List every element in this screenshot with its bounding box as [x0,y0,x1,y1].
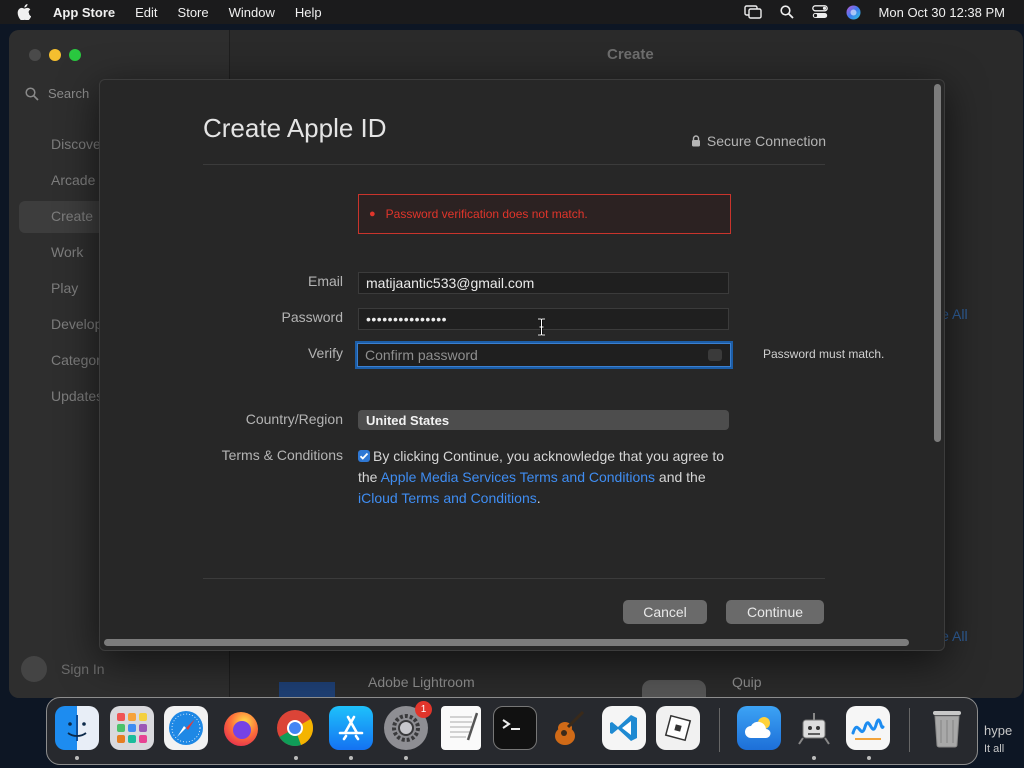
divider [203,578,825,579]
dock-separator [719,708,720,752]
menu-window[interactable]: Window [229,5,275,20]
notification-badge: 1 [415,701,432,718]
app-store-icon[interactable] [329,706,373,750]
siri-icon[interactable] [846,5,861,20]
country-value: United States [366,412,450,428]
checkmark-icon [359,452,369,460]
dock: 1 [46,697,978,765]
verify-label: Verify [307,345,343,361]
textedit-icon[interactable] [441,706,481,750]
dock-running-indicator [867,756,871,760]
divider [203,164,825,165]
dock-running-indicator [812,756,816,760]
app-name-lightroom[interactable]: Adobe Lightroom [368,674,475,690]
freeform-icon[interactable] [846,706,890,750]
control-center-icon[interactable] [811,5,828,19]
terms-checkbox[interactable] [358,450,370,462]
apple-menu-icon[interactable] [17,4,37,20]
vertical-scrollbar[interactable] [934,84,941,442]
menu-store[interactable]: Store [178,5,209,20]
window-minimize-button[interactable] [49,49,61,61]
safari-icon[interactable] [164,706,208,750]
sidebar-search[interactable]: Search [25,86,89,101]
sidebar-item-updates[interactable]: Updates [51,388,103,404]
verify-placeholder: Confirm password [365,347,478,363]
automator-icon[interactable] [792,706,836,750]
desktop-text-line: It all [984,743,1005,755]
menu-app-name[interactable]: App Store [53,5,115,20]
keychain-key-icon[interactable] [708,349,722,361]
desktop-text: hype It all [984,722,1012,758]
sidebar-item-develop[interactable]: Develop [51,316,102,332]
terms-text: and the [655,469,706,485]
garageband-icon[interactable] [547,706,591,750]
menu-edit[interactable]: Edit [135,5,157,20]
dock-running-indicator [349,756,353,760]
menu-clock[interactable]: Mon Oct 30 12:38 PM [879,5,1005,20]
sidebar-item-discover[interactable]: Discover [51,136,105,152]
firefox-icon[interactable] [219,706,263,750]
password-label: Password [281,309,343,325]
dock-running-indicator [404,756,408,760]
verify-hint: Password must match. [763,347,885,361]
desktop-text-line: hype [984,723,1013,738]
menu-help[interactable]: Help [295,5,322,20]
search-icon [25,86,39,101]
app-name-quip[interactable]: Quip [732,674,762,690]
email-field[interactable]: matijaantic533@gmail.com [358,272,729,294]
app-thumbnail [642,680,706,698]
text-cursor-icon [538,318,545,336]
sign-in-label: Sign In [61,661,105,677]
error-message-box: ● Password verification does not match. [358,194,731,234]
password-value: ••••••••••••••• [366,311,448,327]
sidebar-item-arcade[interactable]: Arcade [51,172,95,188]
country-select[interactable]: United States [358,410,729,430]
sidebar-item-create[interactable]: Create [51,208,93,224]
error-bullet-icon: ● [369,208,376,220]
sidebar-item-play[interactable]: Play [51,280,78,296]
terms-label: Terms & Conditions [221,447,343,463]
apple-media-terms-link[interactable]: Apple Media Services Terms and Condition… [381,469,655,485]
email-label: Email [307,273,343,289]
terms-block: By clicking Continue, you acknowledge th… [358,446,728,509]
horizontal-scrollbar[interactable] [104,639,909,646]
lock-icon [691,135,700,147]
launchpad-icon[interactable] [110,706,154,750]
sidebar-sign-in[interactable]: Sign In [21,656,105,682]
menu-bar: App Store Edit Store Window Help Mon Oct… [0,0,1024,24]
window-close-button[interactable] [29,49,41,61]
app-thumbnail [279,682,335,698]
dock-separator [909,708,910,752]
terms-text: . [536,490,541,506]
sheet-title: Create Apple ID [203,113,387,143]
terminal-icon[interactable] [493,706,537,750]
country-label: Country/Region [245,411,343,427]
secure-connection-label: Secure Connection [706,133,826,149]
icloud-terms-link[interactable]: iCloud Terms and Conditions [358,490,537,506]
roblox-icon[interactable] [656,706,700,750]
secure-connection: Secure Connection [691,133,826,149]
window-zoom-button[interactable] [69,49,81,61]
avatar [21,656,47,682]
email-value: matijaantic533@gmail.com [366,275,535,291]
window-title: Create [607,46,654,63]
dock-running-indicator [75,756,79,760]
screen-mirroring-icon[interactable] [743,5,762,19]
weather-icon[interactable] [737,706,781,750]
dock-running-indicator [294,756,298,760]
sidebar-search-label: Search [48,86,90,101]
continue-button[interactable]: Continue [726,600,824,624]
vscode-icon[interactable] [602,706,646,750]
chrome-icon[interactable] [273,706,317,750]
sidebar-item-work[interactable]: Work [51,244,83,260]
spotlight-search-icon[interactable] [779,5,794,19]
verify-password-field[interactable]: Confirm password [357,343,731,367]
create-apple-id-sheet: Create Apple ID Secure Connection ● Pass… [99,79,945,651]
error-message: Password verification does not match. [385,207,588,221]
system-settings-icon[interactable]: 1 [384,701,432,750]
trash-icon[interactable] [925,706,969,750]
cancel-button[interactable]: Cancel [623,600,707,624]
finder-icon[interactable] [55,706,99,750]
